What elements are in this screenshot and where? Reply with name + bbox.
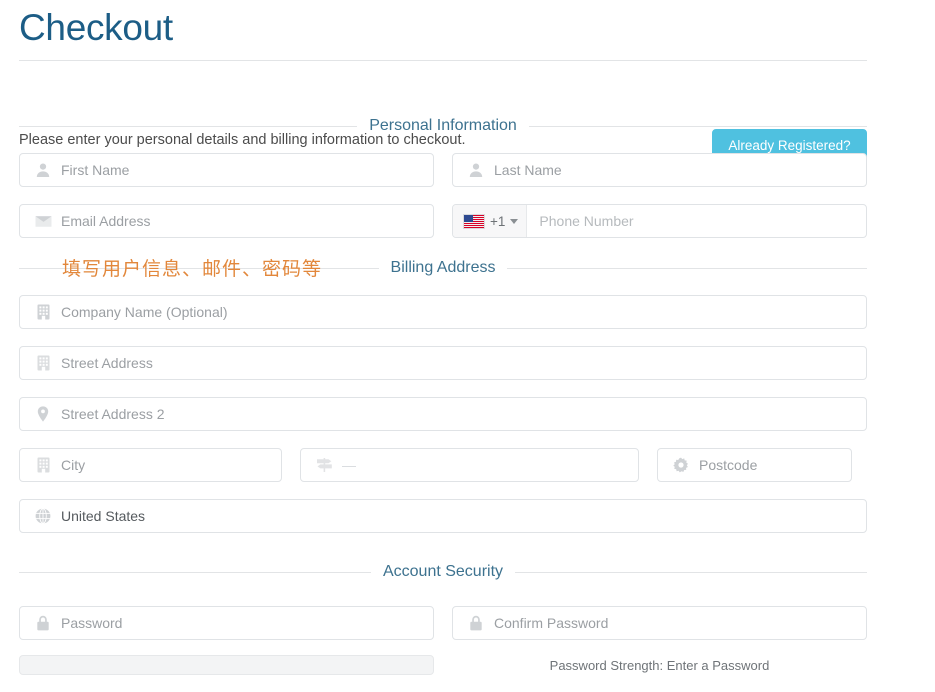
legend-personal-information: Personal Information <box>19 113 867 139</box>
street-address-row: Street Address <box>19 346 867 380</box>
country-row: United States <box>19 499 867 533</box>
name-row: First Name Last Name <box>19 153 867 187</box>
phone-placeholder: Phone Number <box>527 213 866 229</box>
first-name-placeholder: First Name <box>61 162 433 178</box>
user-icon <box>467 161 485 179</box>
city-placeholder: City <box>61 457 281 473</box>
legend-line-right <box>507 268 867 269</box>
postcode-field[interactable]: Postcode <box>657 448 852 482</box>
legend-label: Account Security <box>371 563 515 581</box>
first-name-field[interactable]: First Name <box>19 153 434 187</box>
city-field[interactable]: City <box>19 448 282 482</box>
map-pin-icon <box>34 405 52 423</box>
legend-line-right <box>515 572 867 573</box>
confirm-password-field[interactable]: Confirm Password <box>452 606 867 640</box>
us-flag-icon <box>463 214 485 229</box>
chevron-down-icon <box>510 219 518 224</box>
dial-code: +1 <box>490 214 505 229</box>
company-name-field[interactable]: Company Name (Optional) <box>19 295 867 329</box>
user-icon <box>34 161 52 179</box>
envelope-icon <box>34 212 52 230</box>
last-name-field[interactable]: Last Name <box>452 153 867 187</box>
email-phone-row: Email Address <box>19 204 867 238</box>
building-icon <box>34 303 52 321</box>
checkout-container: Checkout Please enter your personal deta… <box>19 0 867 676</box>
street-address-placeholder: Street Address <box>61 355 866 371</box>
email-field[interactable]: Email Address <box>19 204 434 238</box>
legend-line-left <box>19 126 357 127</box>
legend-line-left <box>19 268 379 269</box>
street-address-2-placeholder: Street Address 2 <box>61 406 866 422</box>
country-value: United States <box>61 508 866 524</box>
legend-account-security: Account Security <box>19 559 867 585</box>
state-field[interactable]: — <box>300 448 639 482</box>
street-address-2-row: Street Address 2 <box>19 397 867 431</box>
country-field[interactable]: United States <box>19 499 867 533</box>
building-icon <box>34 456 52 474</box>
legend-label: Personal Information <box>357 117 529 135</box>
legend-line-left <box>19 572 371 573</box>
password-row: Password Confirm Password <box>19 606 867 640</box>
lock-icon <box>34 614 52 632</box>
company-row: Company Name (Optional) <box>19 295 867 329</box>
lock-icon <box>467 614 485 632</box>
phone-field[interactable]: +1 Phone Number <box>452 204 867 238</box>
country-dial-selector[interactable]: +1 <box>453 205 527 237</box>
last-name-placeholder: Last Name <box>494 162 866 178</box>
legend-billing-address: Billing Address <box>19 255 867 281</box>
state-value: — <box>342 457 638 473</box>
city-state-postcode-row: City — Postcode <box>19 448 867 482</box>
password-strength-row: Password Strength: Enter a Password <box>19 655 867 676</box>
legend-label: Billing Address <box>379 259 508 277</box>
password-strength-bar <box>19 655 434 675</box>
street-address-field[interactable]: Street Address <box>19 346 867 380</box>
building-icon <box>34 354 52 372</box>
map-signs-icon <box>315 456 333 474</box>
password-field[interactable]: Password <box>19 606 434 640</box>
confirm-password-placeholder: Confirm Password <box>494 615 866 631</box>
street-address-2-field[interactable]: Street Address 2 <box>19 397 867 431</box>
legend-line-right <box>529 126 867 127</box>
company-name-placeholder: Company Name (Optional) <box>61 304 866 320</box>
password-placeholder: Password <box>61 615 433 631</box>
postcode-placeholder: Postcode <box>699 457 851 473</box>
intro-row: Please enter your personal details and b… <box>19 61 867 113</box>
email-placeholder: Email Address <box>61 213 433 229</box>
gear-icon <box>672 456 690 474</box>
password-strength-label: Password Strength: Enter a Password <box>452 655 867 676</box>
checkout-page: Checkout Please enter your personal deta… <box>0 0 935 692</box>
page-title: Checkout <box>19 0 867 60</box>
globe-icon <box>34 507 52 525</box>
